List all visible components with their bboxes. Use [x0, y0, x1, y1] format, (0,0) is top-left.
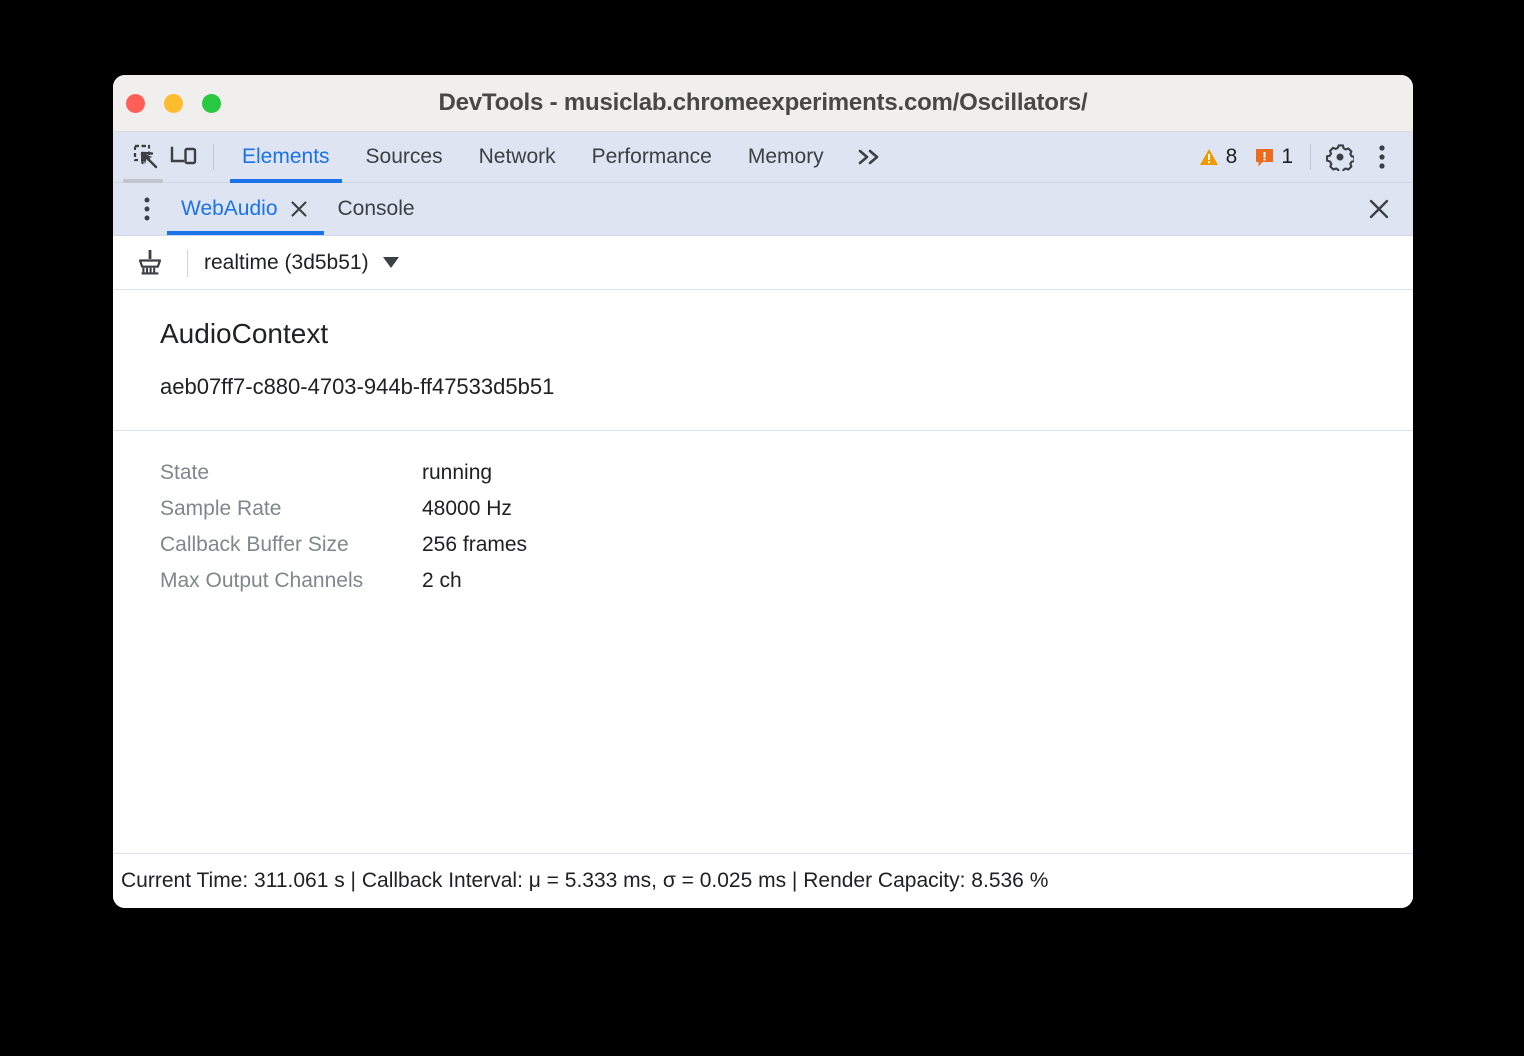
toolbar-divider — [213, 144, 214, 170]
window-titlebar: DevTools - musiclab.chromeexperiments.co… — [113, 75, 1413, 132]
property-value: 2 ch — [422, 569, 462, 593]
tab-performance-label: Performance — [592, 145, 712, 169]
property-value: 48000 Hz — [422, 497, 512, 521]
error-count: 1 — [1281, 145, 1293, 169]
toolbar-right-group: 8 1 — [1190, 136, 1403, 178]
context-selector-value: realtime (3d5b51) — [204, 251, 369, 275]
more-tabs-chevron-icon[interactable] — [842, 132, 898, 183]
tab-memory-label: Memory — [748, 145, 824, 169]
audiocontext-id: aeb07ff7-c880-4703-944b-ff47533d5b51 — [160, 374, 1413, 400]
tab-network-label: Network — [479, 145, 556, 169]
warning-count: 8 — [1226, 145, 1238, 169]
webaudio-toolbar-divider — [187, 249, 188, 277]
property-row-callback-buffer-size: Callback Buffer Size 256 frames — [160, 533, 1413, 569]
tab-memory[interactable]: Memory — [730, 132, 842, 183]
error-badge-icon — [1255, 148, 1274, 167]
chevron-down-icon — [383, 257, 399, 268]
close-drawer-icon[interactable] — [1359, 189, 1399, 229]
tab-elements-label: Elements — [242, 145, 330, 169]
drawer-tab-webaudio[interactable]: WebAudio — [167, 183, 324, 235]
tab-elements[interactable]: Elements — [224, 132, 348, 183]
drawer-tab-console[interactable]: Console — [324, 183, 429, 235]
audiocontext-header: AudioContext aeb07ff7-c880-4703-944b-ff4… — [113, 290, 1413, 431]
tab-performance[interactable]: Performance — [574, 132, 730, 183]
status-bar-text: Current Time: 311.061 s | Callback Inter… — [121, 869, 1048, 893]
warning-counter[interactable]: 8 — [1190, 145, 1247, 169]
audiocontext-title: AudioContext — [160, 318, 1413, 350]
property-key: Callback Buffer Size — [160, 533, 422, 557]
close-window-button[interactable] — [126, 94, 145, 113]
drawer-kebab-menu-icon[interactable] — [127, 183, 167, 235]
minimize-window-button[interactable] — [164, 94, 183, 113]
main-toolbar: Elements Sources Network Performance Mem… — [113, 132, 1413, 183]
property-row-max-output-channels: Max Output Channels 2 ch — [160, 569, 1413, 605]
property-key: Sample Rate — [160, 497, 422, 521]
toolbar-divider-right — [1310, 144, 1311, 170]
drawer-tab-bar: WebAudio Console — [113, 183, 1413, 236]
property-row-sample-rate: Sample Rate 48000 Hz — [160, 497, 1413, 533]
audiocontext-properties: State running Sample Rate 48000 Hz Callb… — [113, 431, 1413, 605]
kebab-menu-icon[interactable] — [1361, 136, 1403, 178]
context-selector[interactable]: realtime (3d5b51) — [204, 251, 399, 275]
window-title: DevTools - musiclab.chromeexperiments.co… — [113, 89, 1413, 117]
close-icon[interactable] — [288, 198, 310, 220]
clear-broom-icon[interactable] — [129, 242, 171, 284]
tab-sources[interactable]: Sources — [348, 132, 461, 183]
property-row-state: State running — [160, 461, 1413, 497]
webaudio-status-bar: Current Time: 311.061 s | Callback Inter… — [113, 853, 1413, 908]
traffic-light-controls — [126, 94, 221, 113]
drawer-tab-webaudio-label: WebAudio — [181, 197, 278, 221]
webaudio-content: AudioContext aeb07ff7-c880-4703-944b-ff4… — [113, 290, 1413, 853]
property-key: Max Output Channels — [160, 569, 422, 593]
tab-sources-label: Sources — [366, 145, 443, 169]
inspect-element-icon[interactable] — [127, 138, 165, 176]
drawer-tab-console-label: Console — [338, 197, 415, 221]
property-value: 256 frames — [422, 533, 527, 557]
property-value: running — [422, 461, 492, 485]
tab-network[interactable]: Network — [461, 132, 574, 183]
maximize-window-button[interactable] — [202, 94, 221, 113]
panel-tab-list: Elements Sources Network Performance Mem… — [224, 132, 898, 183]
error-counter[interactable]: 1 — [1246, 145, 1302, 169]
property-key: State — [160, 461, 422, 485]
devtools-window: DevTools - musiclab.chromeexperiments.co… — [113, 75, 1413, 908]
webaudio-toolbar: realtime (3d5b51) — [113, 236, 1413, 290]
warning-triangle-icon — [1199, 148, 1219, 166]
gear-icon[interactable] — [1319, 136, 1361, 178]
device-toolbar-icon[interactable] — [165, 138, 203, 176]
